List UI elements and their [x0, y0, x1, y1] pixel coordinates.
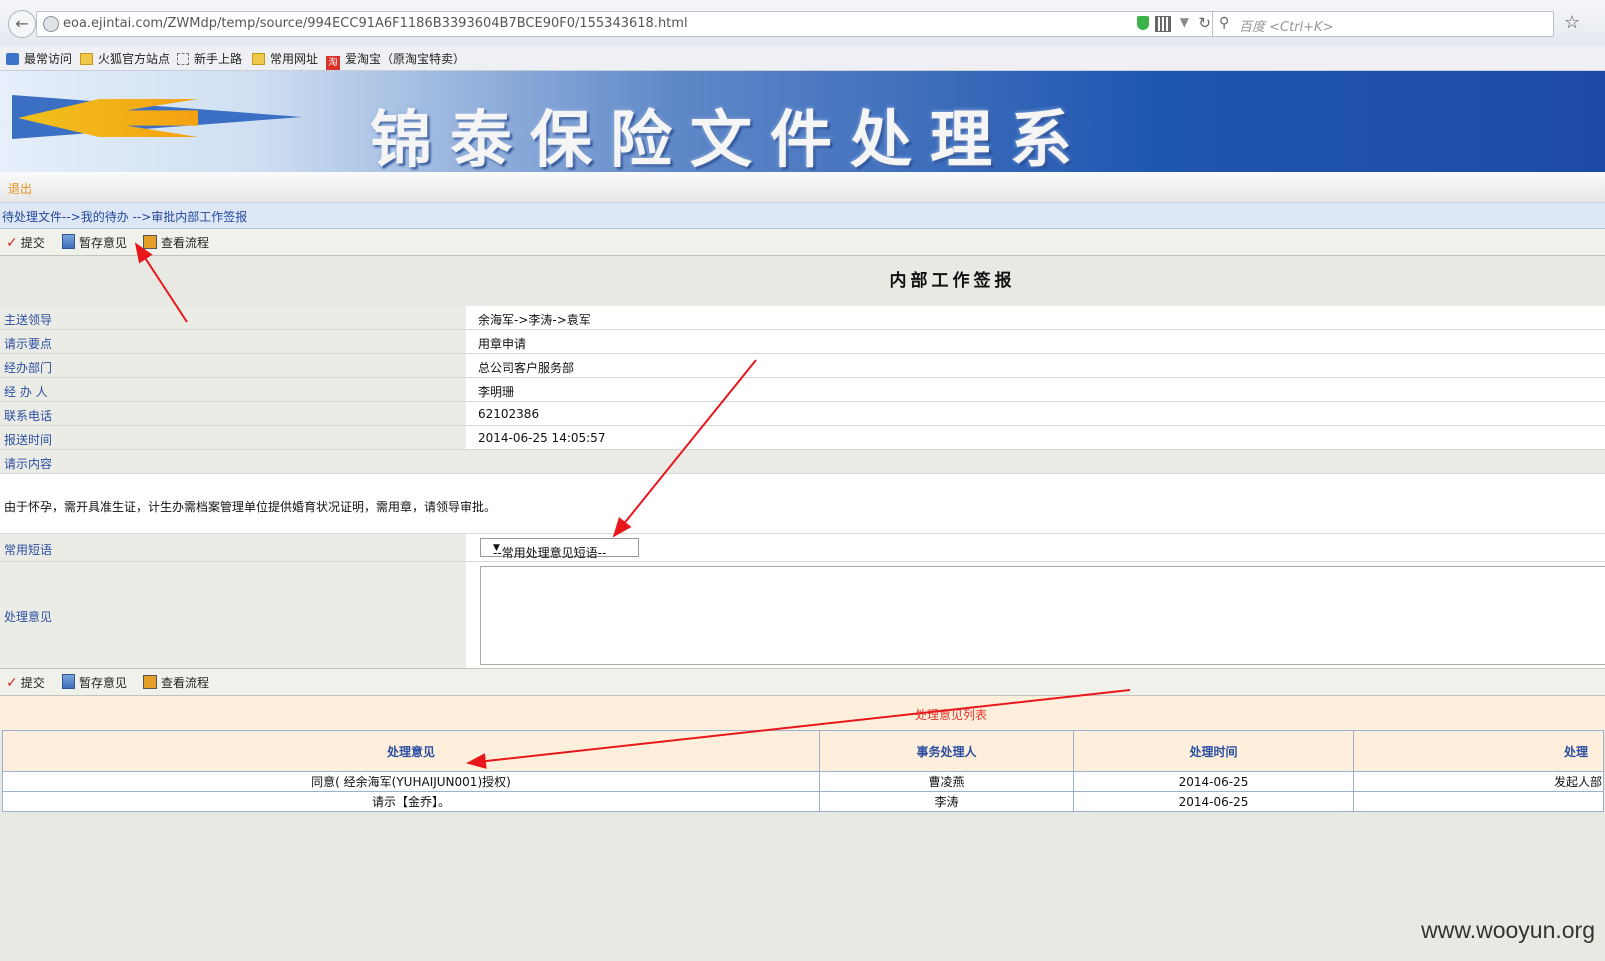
annotation-arrows	[134, 242, 1131, 769]
watermark: www.wooyun.org	[1421, 917, 1595, 943]
annotation-arrow	[466, 689, 1131, 769]
annotation-arrow	[134, 242, 188, 323]
annotation-arrow	[612, 359, 757, 538]
